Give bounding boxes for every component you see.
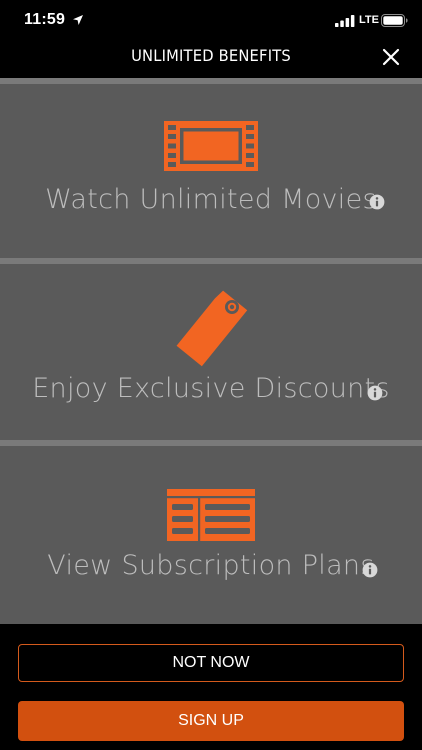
- sign-up-button[interactable]: SIGN UP: [18, 701, 404, 741]
- close-button[interactable]: [376, 42, 406, 72]
- close-icon: [382, 48, 400, 66]
- header: UNLIMITED BENEFITS: [0, 44, 422, 78]
- info-icon[interactable]: [367, 385, 383, 401]
- network-label: LTE: [359, 14, 379, 26]
- benefit-enjoy-exclusive-discounts[interactable]: Enjoy Exclusive Discounts: [0, 264, 422, 440]
- info-icon[interactable]: [369, 194, 385, 210]
- price-tag-icon: [176, 290, 248, 367]
- benefits-list: Watch Unlimited Movies Enjoy Exclusive D…: [0, 78, 422, 624]
- info-icon[interactable]: [362, 562, 378, 578]
- benefit-label: View Subscription Plans: [47, 550, 375, 581]
- benefit-label: Enjoy Exclusive Discounts: [32, 373, 390, 404]
- page-title: UNLIMITED BENEFITS: [131, 46, 291, 65]
- bottom-action-bar: NOT NOW SIGN UP: [0, 624, 422, 750]
- status-time: 11:59: [24, 11, 66, 28]
- film-strip-icon: [164, 121, 258, 171]
- benefit-label: Watch Unlimited Movies: [45, 184, 377, 215]
- benefit-view-subscription-plans[interactable]: View Subscription Plans: [0, 446, 422, 624]
- benefit-watch-unlimited-movies[interactable]: Watch Unlimited Movies: [0, 84, 422, 258]
- signal-bars-icon: [335, 15, 355, 27]
- battery-icon: [381, 14, 408, 27]
- subscription-card-icon: [167, 489, 255, 541]
- status-bar: 11:59 LTE: [0, 0, 422, 44]
- not-now-button[interactable]: NOT NOW: [18, 644, 404, 682]
- location-arrow-icon: [73, 15, 83, 25]
